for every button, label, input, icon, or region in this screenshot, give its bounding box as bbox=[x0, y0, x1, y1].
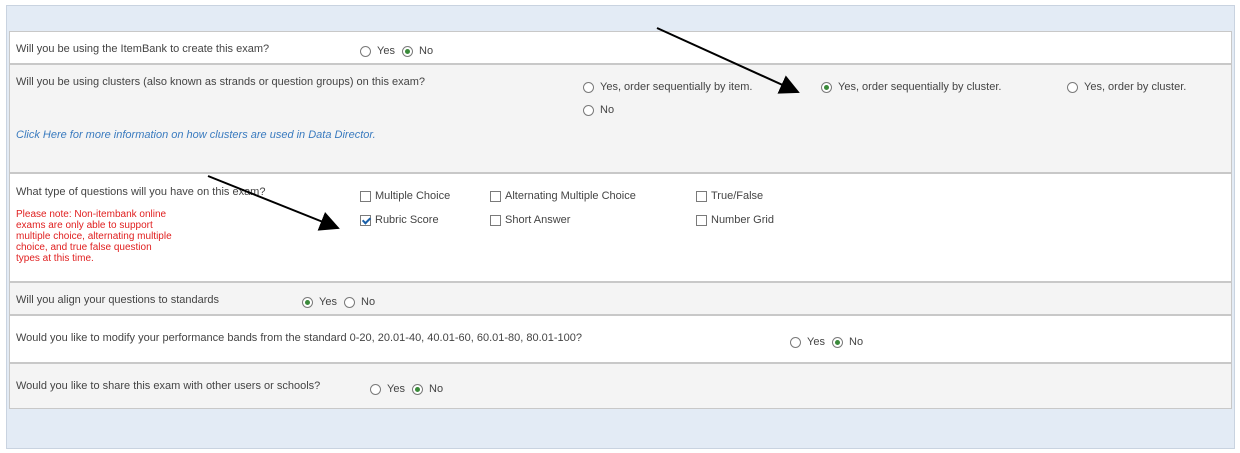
radio-unselected-icon bbox=[344, 296, 355, 308]
performance-bands-label: Would you like to modify your performanc… bbox=[16, 332, 583, 344]
radio-selected-icon bbox=[832, 336, 843, 348]
clusters-seq-item-radio[interactable]: Yes, order sequentially by item. bbox=[583, 81, 752, 93]
performance-bands-row: Would you like to modify your performanc… bbox=[9, 315, 1232, 363]
itembank-question-row: Will you be using the ItemBank to create… bbox=[9, 31, 1232, 64]
radio-selected-icon bbox=[412, 383, 423, 395]
checkbox-unchecked-icon bbox=[360, 190, 371, 202]
checkbox-unchecked-icon bbox=[490, 190, 501, 202]
clusters-no-radio[interactable]: No bbox=[583, 104, 614, 116]
clusters-by-cluster-radio[interactable]: Yes, order by cluster. bbox=[1067, 81, 1186, 93]
standards-question-label: Will you align your questions to standar… bbox=[16, 294, 219, 306]
checkbox-unchecked-icon bbox=[490, 214, 501, 226]
itembank-no-radio[interactable]: No bbox=[402, 45, 433, 57]
type-multiple-choice-checkbox[interactable]: Multiple Choice bbox=[360, 190, 450, 202]
type-number-grid-checkbox[interactable]: Number Grid bbox=[696, 214, 774, 226]
standards-yes-radio[interactable]: Yes bbox=[302, 296, 337, 308]
radio-selected-icon bbox=[821, 81, 832, 93]
share-yes-radio[interactable]: Yes bbox=[370, 383, 405, 395]
standards-no-radio[interactable]: No bbox=[344, 296, 375, 308]
question-types-label: What type of questions will you have on … bbox=[16, 186, 266, 198]
type-short-answer-checkbox[interactable]: Short Answer bbox=[490, 214, 570, 226]
clusters-question-row: Will you be using clusters (also known a… bbox=[9, 64, 1232, 173]
bands-no-radio[interactable]: No bbox=[832, 336, 863, 348]
radio-unselected-icon bbox=[370, 383, 381, 395]
exam-setup-panel: Will you be using the ItemBank to create… bbox=[6, 5, 1235, 449]
itembank-yes-radio[interactable]: Yes bbox=[360, 45, 395, 57]
radio-unselected-icon bbox=[583, 81, 594, 93]
radio-unselected-icon bbox=[360, 45, 371, 57]
share-no-radio[interactable]: No bbox=[412, 383, 443, 395]
share-question-label: Would you like to share this exam with o… bbox=[16, 380, 321, 392]
checkbox-unchecked-icon bbox=[696, 190, 707, 202]
radio-unselected-icon bbox=[1067, 81, 1078, 93]
clusters-info-link[interactable]: Click Here for more information on how c… bbox=[16, 129, 376, 141]
checkbox-unchecked-icon bbox=[696, 214, 707, 226]
radio-selected-icon bbox=[302, 296, 313, 308]
radio-selected-icon bbox=[402, 45, 413, 57]
share-question-row: Would you like to share this exam with o… bbox=[9, 363, 1232, 409]
itembank-question-label: Will you be using the ItemBank to create… bbox=[16, 43, 270, 55]
checkbox-checked-icon bbox=[360, 214, 371, 226]
online-exam-note: Please note: Non-itembank online exams a… bbox=[16, 209, 172, 264]
type-rubric-score-checkbox[interactable]: Rubric Score bbox=[360, 214, 439, 226]
clusters-seq-cluster-radio[interactable]: Yes, order sequentially by cluster. bbox=[821, 81, 1001, 93]
radio-unselected-icon bbox=[790, 336, 801, 348]
question-types-row: What type of questions will you have on … bbox=[9, 173, 1232, 282]
bands-yes-radio[interactable]: Yes bbox=[790, 336, 825, 348]
type-true-false-checkbox[interactable]: True/False bbox=[696, 190, 763, 202]
type-alternating-mc-checkbox[interactable]: Alternating Multiple Choice bbox=[490, 190, 636, 202]
standards-question-row: Will you align your questions to standar… bbox=[9, 282, 1232, 315]
clusters-question-label: Will you be using clusters (also known a… bbox=[16, 76, 426, 88]
radio-unselected-icon bbox=[583, 104, 594, 116]
